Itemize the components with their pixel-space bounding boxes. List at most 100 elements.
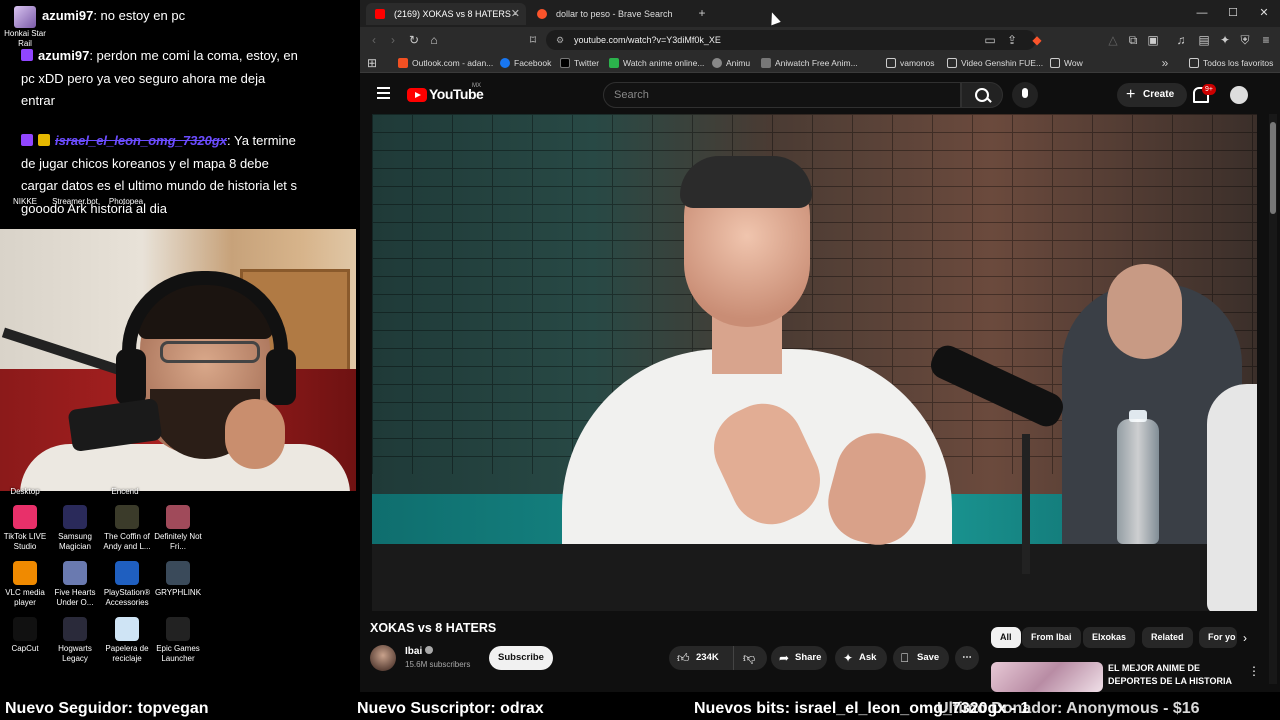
desktop-icon[interactable]: TikTok LIVE Studio [0, 505, 53, 552]
search-icon[interactable] [961, 82, 1003, 108]
recycle-bin-icon [115, 617, 139, 641]
maximize-button[interactable]: ☐ [1218, 0, 1248, 27]
desktop-icon-label: The Coffin of Andy and L... [103, 532, 151, 551]
like-button[interactable]: 👍︎ 234K [669, 646, 729, 670]
ask-button[interactable]: ✦ Ask [835, 646, 887, 670]
bookmark-vamonos[interactable]: vamonos [886, 53, 935, 73]
account-avatar[interactable] [1230, 86, 1248, 104]
epic-games-icon [166, 617, 190, 641]
subscriber-count: 15.6M subscribers [405, 660, 471, 669]
apps-grid-icon[interactable]: ⊞ [363, 54, 381, 72]
more-actions-button[interactable]: ⋯ [955, 646, 979, 670]
chip-all[interactable]: All [991, 627, 1021, 648]
game-icon [166, 505, 190, 529]
ticker-follower: Nuevo Seguidor: topvegan [5, 700, 209, 717]
recommended-title[interactable]: EL MEJOR ANIME DE DEPORTES DE LA HISTORI… [1108, 662, 1248, 688]
create-button[interactable]: + Create [1117, 83, 1187, 107]
brave-shields-icon[interactable]: ◆ [1028, 31, 1046, 49]
page-scrollbar[interactable] [1269, 114, 1277, 684]
share-page-icon[interactable]: ⇪ [1003, 31, 1021, 49]
close-window-button[interactable]: ✕ [1249, 0, 1279, 27]
tab-youtube[interactable]: (2169) XOKAS vs 8 HATERS - ✕ [366, 3, 526, 25]
desktop-icon[interactable]: CapCut [0, 617, 53, 654]
voice-search-icon[interactable] [1012, 82, 1038, 108]
forward-icon[interactable]: › [384, 31, 402, 49]
share-button[interactable]: ➦ Share [771, 646, 827, 670]
sidebar-icon[interactable]: ▣ [1144, 31, 1162, 49]
recommended-thumbnail[interactable] [991, 662, 1103, 692]
channel-avatar[interactable] [370, 645, 396, 671]
music-icon[interactable]: ♫ [1172, 31, 1190, 49]
capcut-icon [13, 617, 37, 641]
desktop-icon[interactable]: The Coffin of Andy and L... [99, 505, 155, 552]
bookmark-video-genshin[interactable]: Video Genshin FUE... [947, 53, 1043, 73]
tab-brave-search[interactable]: dollar to peso - Brave Search [528, 3, 688, 25]
desktop-icon[interactable]: VLC media player [0, 561, 53, 608]
site-settings-icon[interactable]: ⚙ [556, 33, 564, 47]
recommended-menu-icon[interactable]: ⋮ [1245, 662, 1263, 680]
desktop-icon[interactable]: Papelera de reciclaje [99, 617, 155, 664]
aniwatch-icon [761, 58, 771, 68]
desktop-icon-label: TikTok LIVE Studio [3, 532, 47, 551]
menu-icon[interactable]: ≡ [1257, 31, 1275, 49]
extensions-icon[interactable]: ⧉ [1124, 31, 1142, 49]
video-player[interactable] [372, 114, 1257, 611]
cast-icon[interactable]: ▭ [981, 31, 999, 49]
game-icon [63, 561, 87, 585]
hamburger-menu-icon[interactable] [377, 87, 390, 99]
address-bar[interactable]: ⚙ youtube.com/watch?v=Y3diMf0k_XE [546, 30, 1036, 50]
desktop-icon[interactable]: Hogwarts Legacy [47, 617, 103, 664]
youtube-logo-icon[interactable] [407, 88, 427, 102]
vlc-icon [13, 561, 37, 585]
folder-icon [886, 58, 896, 68]
back-icon[interactable]: ‹ [365, 31, 383, 49]
rewards-icon[interactable]: △ [1104, 31, 1122, 49]
wallet-icon[interactable]: ▤ [1195, 31, 1213, 49]
bookmark-watch-anime[interactable]: Watch anime online... [609, 53, 704, 73]
leo-ai-icon[interactable]: ✦ [1216, 31, 1234, 49]
desktop-icon[interactable]: GRYPHLINK [150, 561, 206, 598]
more-bookmarks-icon[interactable]: » [1156, 54, 1174, 72]
desktop-icon[interactable]: Definitely Not Fri... [150, 505, 206, 552]
desktop-label-partial: Encend [111, 487, 139, 496]
chip-related[interactable]: Related [1142, 627, 1193, 648]
desktop-icon[interactable]: Epic Games Launcher [150, 617, 206, 664]
vpn-icon[interactable]: ⛨ [1236, 31, 1254, 49]
search-input[interactable]: Search [603, 82, 961, 108]
bookmark-animu[interactable]: Animu [712, 53, 750, 73]
bookmark-facebook[interactable]: Facebook [500, 53, 551, 73]
chip-elxokas[interactable]: Elxokas [1083, 627, 1136, 648]
desktop-label-photopea: Photopea [108, 197, 144, 206]
desktop-icon[interactable]: Samsung Magician [47, 505, 103, 552]
bookmark-outlook[interactable]: Outlook.com - adan... [398, 53, 493, 73]
new-tab-icon[interactable]: + [693, 4, 711, 22]
bookmark-icon[interactable]: ⌑ [524, 31, 542, 49]
chat-message: azumi97: perdon me comi la coma, estoy, … [21, 45, 301, 113]
verified-icon [425, 646, 434, 654]
subscribe-button[interactable]: Subscribe [489, 646, 553, 670]
bookmark-twitter[interactable]: Twitter [560, 53, 599, 73]
desktop-icon[interactable]: Five Hearts Under O... [47, 561, 103, 608]
desktop-shortcut-honkai-icon [14, 6, 36, 28]
folder-icon [947, 58, 957, 68]
bookmark-wow[interactable]: Wow [1050, 53, 1083, 73]
folder-icon [1189, 58, 1199, 68]
reload-icon[interactable]: ↻ [405, 31, 423, 49]
desktop-label-nikke: NIKKE [12, 197, 37, 206]
like-dislike-group: 👍︎ 234K 👎︎ [669, 646, 767, 670]
channel-name[interactable]: Ibai [405, 646, 434, 657]
desktop-icon[interactable]: PlayStation® Accessories [99, 561, 155, 608]
chip-from-ibai[interactable]: From Ibai [1022, 627, 1081, 648]
bookmark-all-favorites[interactable]: Todos los favoritos [1189, 53, 1273, 73]
save-button[interactable]: ⎕ Save [893, 646, 949, 670]
thumbs-down-icon: 👎︎ [743, 651, 756, 665]
home-icon[interactable]: ⌂ [425, 31, 443, 49]
dislike-button[interactable]: 👎︎ [733, 646, 767, 670]
minimize-button[interactable]: — [1187, 0, 1217, 27]
tab-title: dollar to peso - Brave Search [556, 9, 673, 19]
bookmark-aniwatch[interactable]: Aniwatch Free Anim... [761, 53, 858, 73]
chip-for-you[interactable]: For yo [1199, 627, 1237, 648]
game-icon [115, 505, 139, 529]
close-tab-icon[interactable]: ✕ [511, 3, 520, 25]
chips-next-icon[interactable]: › [1236, 629, 1254, 647]
